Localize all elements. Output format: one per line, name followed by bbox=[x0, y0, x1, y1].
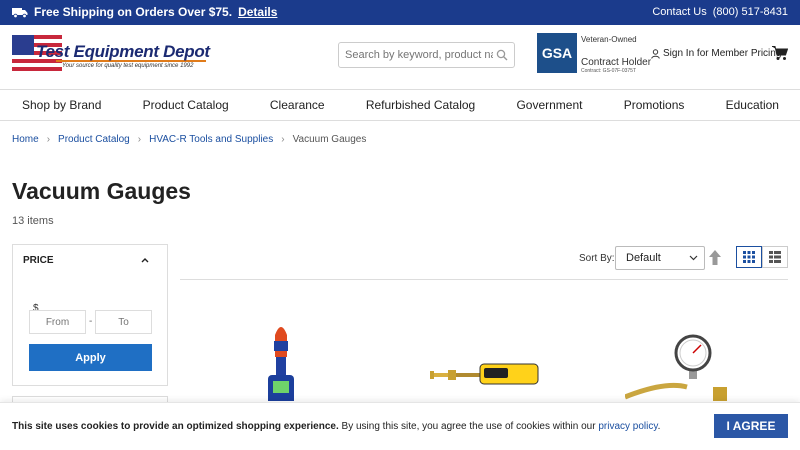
chevron-right-icon: › bbox=[281, 134, 285, 145]
cookie-banner: This site uses cookies to provide an opt… bbox=[0, 402, 800, 450]
sign-in-link[interactable]: Sign In for Member Pricing bbox=[651, 48, 781, 59]
grid-view-button[interactable] bbox=[736, 246, 762, 268]
price-filter: PRICE $ - Apply bbox=[12, 244, 168, 386]
site-logo[interactable]: Test Equipment Depot Your source for qua… bbox=[12, 33, 210, 81]
search-input[interactable] bbox=[345, 47, 493, 63]
shipping-text: Free Shipping on Orders Over $75. bbox=[34, 5, 233, 19]
shipping-message: Free Shipping on Orders Over $75. Detail… bbox=[12, 5, 277, 19]
nav-promotions[interactable]: Promotions bbox=[624, 98, 685, 112]
product-image-analog-vacuum-gauge[interactable] bbox=[625, 333, 735, 403]
cookie-message-body: By using this site, you agree the use of… bbox=[338, 421, 599, 432]
cookie-message-end: . bbox=[657, 421, 661, 432]
cookie-message: This site uses cookies to provide an opt… bbox=[12, 421, 660, 432]
search-icon[interactable] bbox=[496, 49, 508, 61]
nav-government[interactable]: Government bbox=[516, 98, 582, 112]
sort-label: Sort By: bbox=[579, 253, 615, 264]
chevron-up-icon[interactable] bbox=[141, 257, 149, 263]
shipping-details-link[interactable]: Details bbox=[238, 5, 277, 19]
item-count: 13 items bbox=[12, 215, 54, 227]
user-icon bbox=[651, 48, 660, 59]
cookie-message-bold: This site uses cookies to provide an opt… bbox=[12, 421, 339, 432]
logo-tagline: Your source for quality test equipment s… bbox=[62, 63, 194, 69]
gsa-badge: GSA Veteran-Owned Contract Holder Contra… bbox=[537, 33, 651, 75]
contract-number: Contract: GS-07F-0375T bbox=[581, 68, 637, 74]
truck-icon bbox=[12, 7, 28, 18]
breadcrumb-category[interactable]: HVAC-R Tools and Supplies bbox=[149, 134, 273, 145]
price-from-input[interactable] bbox=[29, 310, 86, 334]
price-separator: - bbox=[89, 316, 93, 327]
page-title: Vacuum Gauges bbox=[12, 178, 191, 204]
chevron-right-icon: › bbox=[137, 134, 142, 145]
cart-icon[interactable] bbox=[772, 45, 788, 61]
product-image-wireless-vacuum-gauge[interactable] bbox=[430, 360, 540, 390]
nav-product-catalog[interactable]: Product Catalog bbox=[143, 98, 229, 112]
shipping-banner: Free Shipping on Orders Over $75. Detail… bbox=[0, 0, 800, 25]
divider bbox=[180, 279, 788, 280]
agree-button[interactable]: I AGREE bbox=[714, 414, 788, 438]
main-nav: Shop by Brand Product Catalog Clearance … bbox=[0, 90, 800, 121]
sort-select[interactable]: Default bbox=[615, 246, 705, 270]
search-box[interactable] bbox=[338, 42, 515, 68]
nav-shop-by-brand[interactable]: Shop by Brand bbox=[22, 98, 101, 112]
chevron-down-icon bbox=[689, 255, 698, 261]
price-filter-heading[interactable]: PRICE bbox=[23, 255, 54, 266]
chevron-right-icon: › bbox=[46, 134, 51, 145]
site-header: Test Equipment Depot Your source for qua… bbox=[0, 25, 800, 90]
apply-button[interactable]: Apply bbox=[29, 344, 152, 371]
sign-in-label: Sign In for Member Pricing bbox=[663, 48, 782, 59]
price-to-input[interactable] bbox=[95, 310, 152, 334]
nav-education[interactable]: Education bbox=[726, 98, 779, 112]
sort-direction-icon[interactable] bbox=[709, 250, 721, 265]
nav-clearance[interactable]: Clearance bbox=[270, 98, 325, 112]
contact-info: Contact Us (800) 517-8431 bbox=[652, 6, 788, 18]
privacy-policy-link[interactable]: privacy policy bbox=[598, 421, 657, 432]
breadcrumb-current: Vacuum Gauges bbox=[292, 134, 367, 145]
contract-holder-label: Contract Holder bbox=[581, 57, 652, 68]
product-image-digital-vacuum-gauge[interactable] bbox=[266, 321, 296, 401]
phone-number[interactable]: (800) 517-8431 bbox=[713, 6, 788, 18]
list-icon bbox=[769, 251, 781, 263]
gsa-logo: GSA bbox=[537, 33, 577, 73]
contact-us-link[interactable]: Contact Us bbox=[652, 6, 706, 18]
list-view-button[interactable] bbox=[762, 246, 788, 268]
breadcrumb: Home › Product Catalog › HVAC-R Tools an… bbox=[12, 134, 366, 145]
grid-icon bbox=[743, 251, 755, 263]
breadcrumb-home[interactable]: Home bbox=[12, 134, 39, 145]
veteran-owned-label: Veteran-Owned bbox=[581, 35, 637, 44]
logo-title: Test Equipment Depot bbox=[36, 42, 210, 61]
breadcrumb-product-catalog[interactable]: Product Catalog bbox=[58, 134, 130, 145]
sort-selected-value: Default bbox=[626, 252, 661, 264]
nav-refurbished-catalog[interactable]: Refurbished Catalog bbox=[366, 98, 475, 112]
